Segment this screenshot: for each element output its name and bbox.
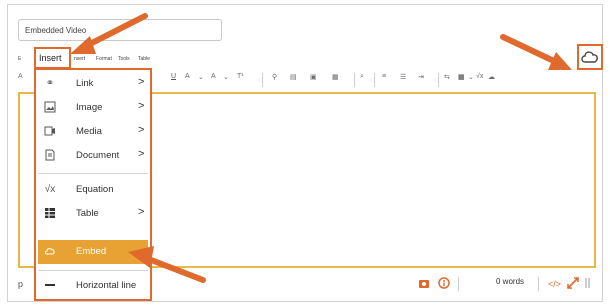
equation-tool-icon[interactable]: √x — [476, 73, 483, 80]
word-count: 0 words — [496, 277, 525, 286]
annotation-arrow-embed — [128, 246, 206, 283]
menu-divider — [38, 173, 148, 174]
directionality-icon[interactable]: ⇆ — [444, 73, 450, 81]
html-toggle[interactable]: </> — [548, 279, 561, 289]
menu-item-label: Media — [76, 126, 102, 137]
menu-item-label: Table — [76, 208, 99, 219]
chevron-right-icon: > — [138, 148, 145, 160]
media-icon — [43, 125, 57, 139]
annotation-arrow-insert — [70, 13, 148, 54]
embed-icon — [43, 245, 57, 259]
menu-item-link[interactable]: ⚭ Link > — [38, 72, 148, 96]
menu-item-label: Link — [76, 78, 94, 89]
chevron-right-icon: > — [138, 76, 145, 88]
text-color-dropdown-icon[interactable]: ⌄ — [198, 73, 204, 81]
align-icon[interactable]: ≡ — [382, 73, 386, 80]
document-tool-icon[interactable]: ▦ — [332, 73, 339, 81]
text-color-button[interactable]: A — [185, 73, 190, 80]
resize-handle-icon[interactable] — [584, 277, 592, 291]
indent-icon[interactable]: ⇥ — [418, 73, 424, 81]
accessibility-icon[interactable] — [438, 277, 450, 291]
embed-toolbar-button[interactable] — [577, 44, 603, 70]
embed-tool-icon[interactable]: ☁ — [488, 73, 495, 81]
menu-item-label: Equation — [76, 184, 114, 195]
highlight-dropdown-icon[interactable]: ⌄ — [223, 73, 229, 81]
fullscreen-icon[interactable] — [566, 276, 580, 292]
table-icon — [43, 207, 57, 221]
menu-item-document[interactable]: Document > — [38, 144, 148, 168]
menu-item-label: Image — [76, 102, 103, 113]
underline-button[interactable]: U — [171, 73, 176, 80]
chevron-right-icon: > — [138, 124, 145, 136]
menu-item-image[interactable]: Image > — [38, 96, 148, 120]
font-size-button[interactable]: A — [18, 73, 23, 80]
image-icon — [43, 101, 57, 115]
menu-item-label: Embed — [76, 246, 107, 257]
bullet-list-icon[interactable]: ☰ — [400, 73, 406, 81]
list-tool-icon[interactable]: ▤ — [290, 73, 297, 81]
superscript-button[interactable]: T¹ — [237, 73, 244, 80]
annotation-arrow-cloud — [500, 34, 572, 70]
menu-item-media[interactable]: Media > — [38, 120, 148, 144]
link-tool-icon[interactable]: ⚲ — [272, 73, 277, 81]
table-tool-icon[interactable]: ▦ — [458, 73, 465, 81]
chevron-right-icon: > — [138, 100, 145, 112]
paragraph-indicator: p — [18, 279, 24, 289]
table-dropdown-icon[interactable]: ⌄ — [468, 73, 474, 81]
menu-edit[interactable]: E — [18, 56, 21, 62]
document-icon — [43, 149, 57, 163]
menu-item-label: Document — [76, 150, 120, 161]
clear-format-icon[interactable]: ⌕ — [360, 73, 364, 81]
camera-icon[interactable] — [418, 277, 430, 291]
menu-item-table[interactable]: Table > — [38, 202, 148, 226]
media-tool-icon[interactable]: ▣ — [310, 73, 317, 81]
highlight-button[interactable]: A — [211, 73, 216, 80]
equation-icon: √x — [44, 184, 56, 195]
cloud-icon — [581, 51, 598, 63]
horizontal-line-icon — [43, 279, 57, 293]
link-icon: ⚭ — [45, 78, 55, 89]
chevron-right-icon: > — [138, 206, 145, 218]
menu-item-equation[interactable]: √x Equation — [38, 178, 148, 202]
